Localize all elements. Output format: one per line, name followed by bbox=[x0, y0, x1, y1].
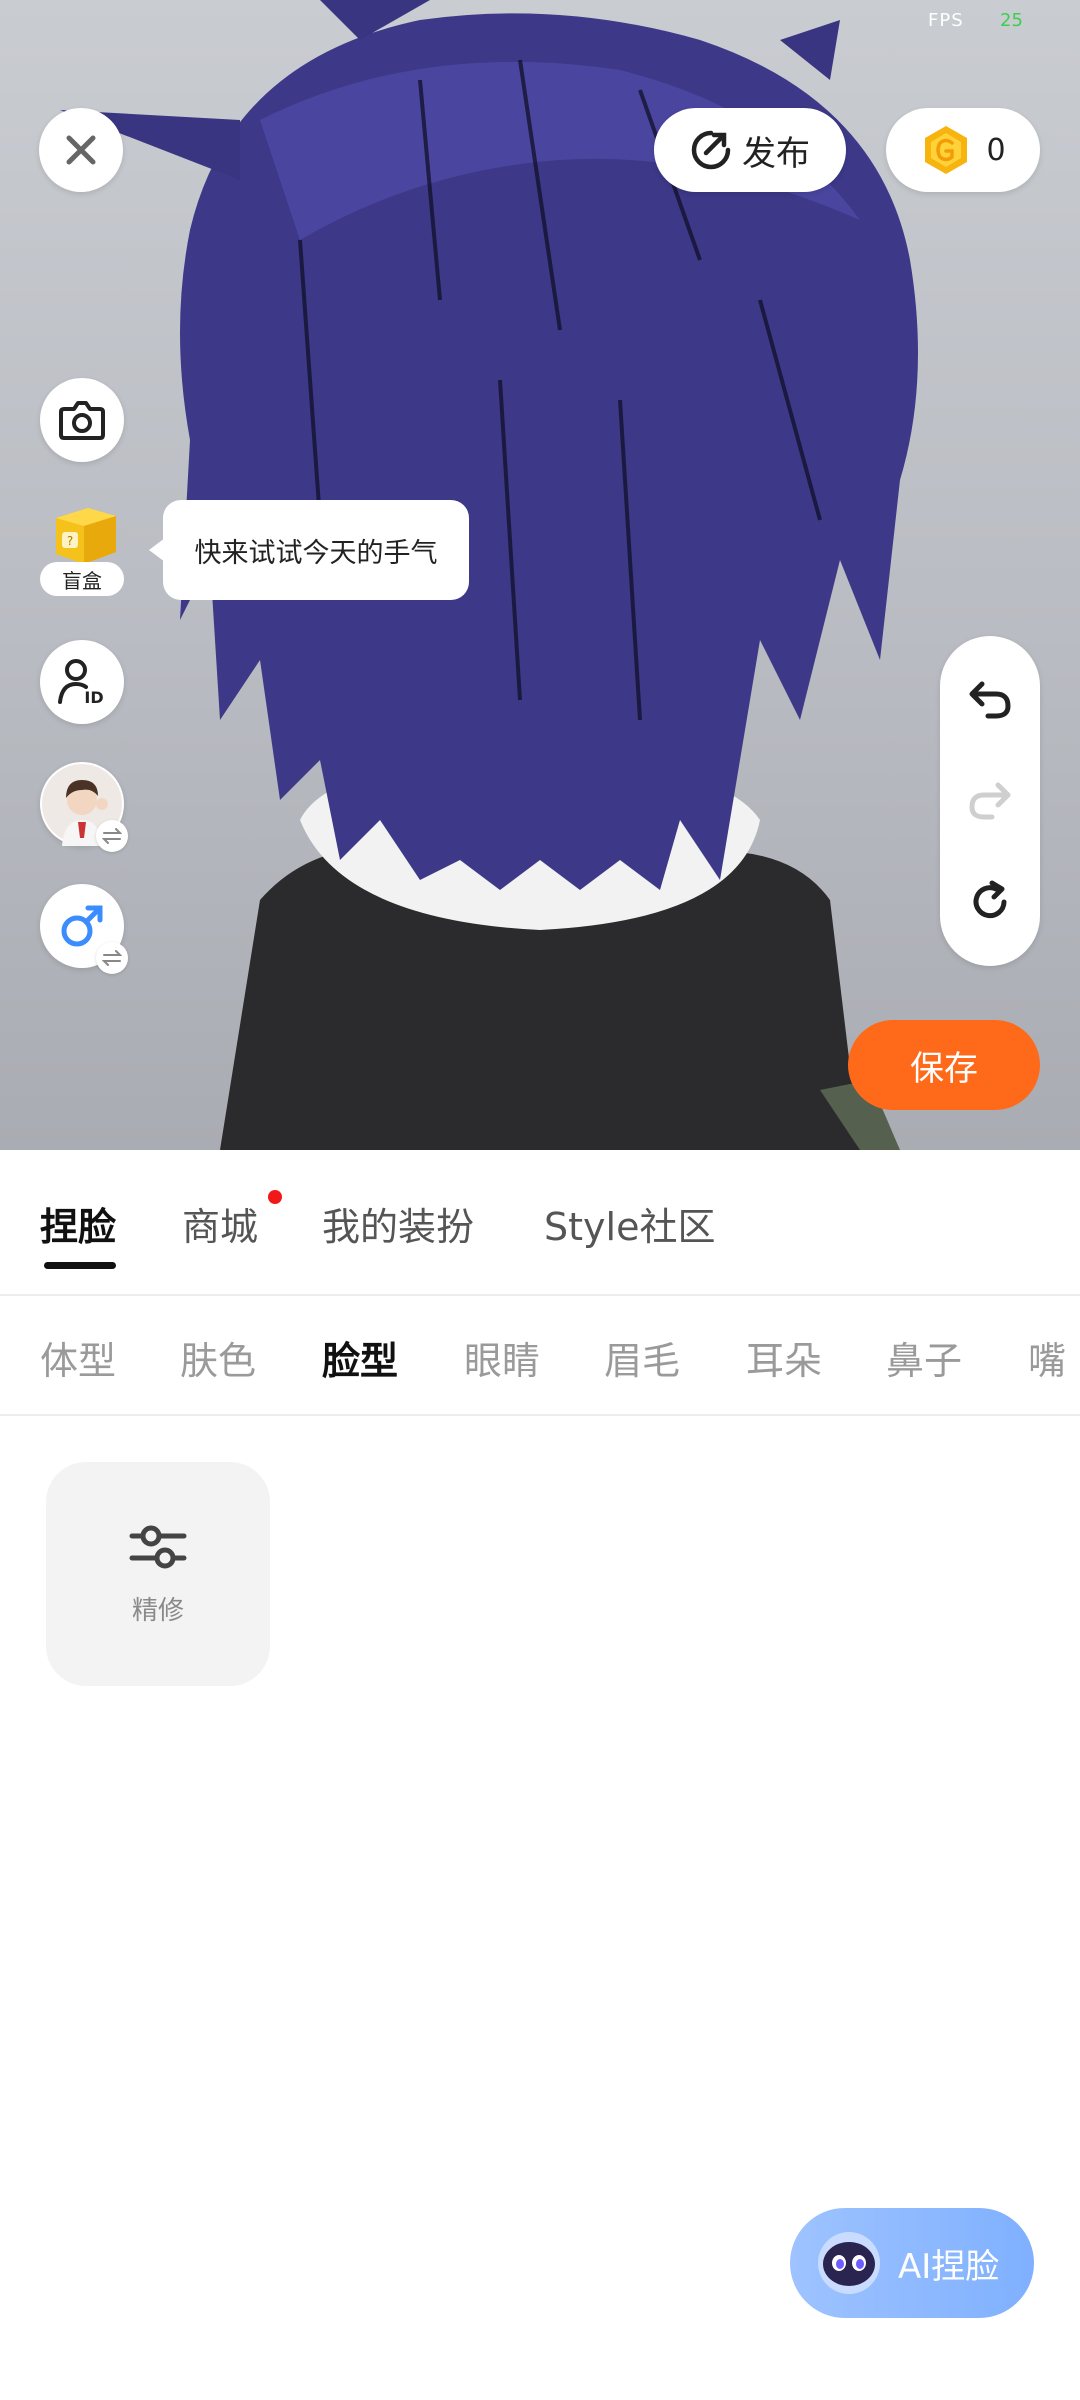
coin-balance-button[interactable]: 0 bbox=[886, 108, 1040, 192]
editor-panel: 捏脸 商城 我的装扮 Style社区 体型 肤色 脸型 眼睛 眉毛 耳朵 鼻子 … bbox=[0, 1150, 1080, 2400]
tab-style-community[interactable]: Style社区 bbox=[544, 1196, 715, 1251]
swap-badge bbox=[96, 820, 128, 852]
redo-icon bbox=[969, 782, 1011, 820]
reset-button[interactable] bbox=[960, 872, 1020, 932]
blindbox-button[interactable]: ? 盲盒 bbox=[40, 504, 124, 596]
sliders-icon bbox=[129, 1525, 187, 1568]
publish-label: 发布 bbox=[742, 133, 810, 174]
camera-icon bbox=[59, 401, 105, 440]
robot-icon bbox=[818, 2232, 880, 2294]
fps-value: 25 bbox=[1000, 10, 1023, 31]
fine-tune-card[interactable]: 精修 bbox=[46, 1462, 270, 1686]
save-button[interactable]: 保存 bbox=[848, 1020, 1040, 1110]
swap-badge bbox=[96, 942, 128, 974]
notification-dot bbox=[268, 1190, 282, 1204]
category-tab-bar: 体型 肤色 脸型 眼睛 眉毛 耳朵 鼻子 嘴 bbox=[0, 1298, 1080, 1416]
category-nose[interactable]: 鼻子 bbox=[886, 1330, 962, 1385]
tooltip-text: 快来试试今天的手气 bbox=[194, 537, 438, 569]
close-icon bbox=[66, 135, 96, 165]
category-mouth[interactable]: 嘴 bbox=[1028, 1330, 1066, 1385]
close-button[interactable] bbox=[39, 108, 123, 192]
gender-switch-button[interactable] bbox=[40, 884, 128, 974]
person-id-icon: ID bbox=[58, 659, 104, 707]
swap-icon bbox=[102, 950, 122, 966]
active-tab-indicator bbox=[44, 1262, 116, 1269]
tab-face-edit[interactable]: 捏脸 bbox=[40, 1196, 116, 1251]
coin-count: 0 bbox=[986, 132, 1006, 168]
publish-icon bbox=[691, 130, 731, 170]
history-panel bbox=[940, 636, 1040, 966]
camera-button[interactable] bbox=[40, 378, 124, 462]
main-tab-bar: 捏脸 商城 我的装扮 Style社区 bbox=[0, 1150, 1080, 1296]
blindbox-tooltip: 快来试试今天的手气 bbox=[149, 500, 469, 600]
coin-icon bbox=[925, 126, 968, 174]
undo-icon bbox=[969, 681, 1011, 719]
publish-button[interactable]: 发布 bbox=[654, 108, 846, 192]
reset-icon bbox=[973, 880, 1007, 918]
ai-face-label: AI捏脸 bbox=[898, 2246, 1000, 2287]
category-face-shape[interactable]: 脸型 bbox=[322, 1330, 398, 1385]
svg-text:?: ? bbox=[67, 534, 73, 548]
ai-face-button[interactable]: AI捏脸 bbox=[790, 2208, 1034, 2318]
undo-button[interactable] bbox=[960, 670, 1020, 730]
male-symbol-icon bbox=[61, 905, 103, 947]
category-eyes[interactable]: 眼睛 bbox=[464, 1330, 540, 1385]
swap-icon bbox=[102, 828, 122, 844]
svg-text:ID: ID bbox=[84, 688, 103, 707]
avatar-id-button[interactable]: ID bbox=[40, 640, 124, 724]
fps-label: FPS bbox=[928, 10, 964, 31]
fine-tune-label: 精修 bbox=[131, 1595, 184, 1626]
avatar-viewport[interactable]: FPS 25 发布 0 ? 盲盒 快来试试今天的手气 ID 保存 bbox=[0, 0, 1080, 1150]
category-eyebrows[interactable]: 眉毛 bbox=[604, 1330, 680, 1385]
category-ears[interactable]: 耳朵 bbox=[746, 1330, 822, 1385]
redo-button[interactable] bbox=[960, 771, 1020, 831]
tab-shop[interactable]: 商城 bbox=[182, 1196, 258, 1251]
category-body-type[interactable]: 体型 bbox=[40, 1330, 116, 1385]
blindbox-label: 盲盒 bbox=[40, 562, 124, 596]
category-skin-color[interactable]: 肤色 bbox=[180, 1330, 256, 1385]
blindbox-icon: ? bbox=[56, 508, 116, 564]
tab-my-outfits[interactable]: 我的装扮 bbox=[322, 1196, 474, 1251]
outfit-switch-button[interactable] bbox=[40, 762, 128, 852]
